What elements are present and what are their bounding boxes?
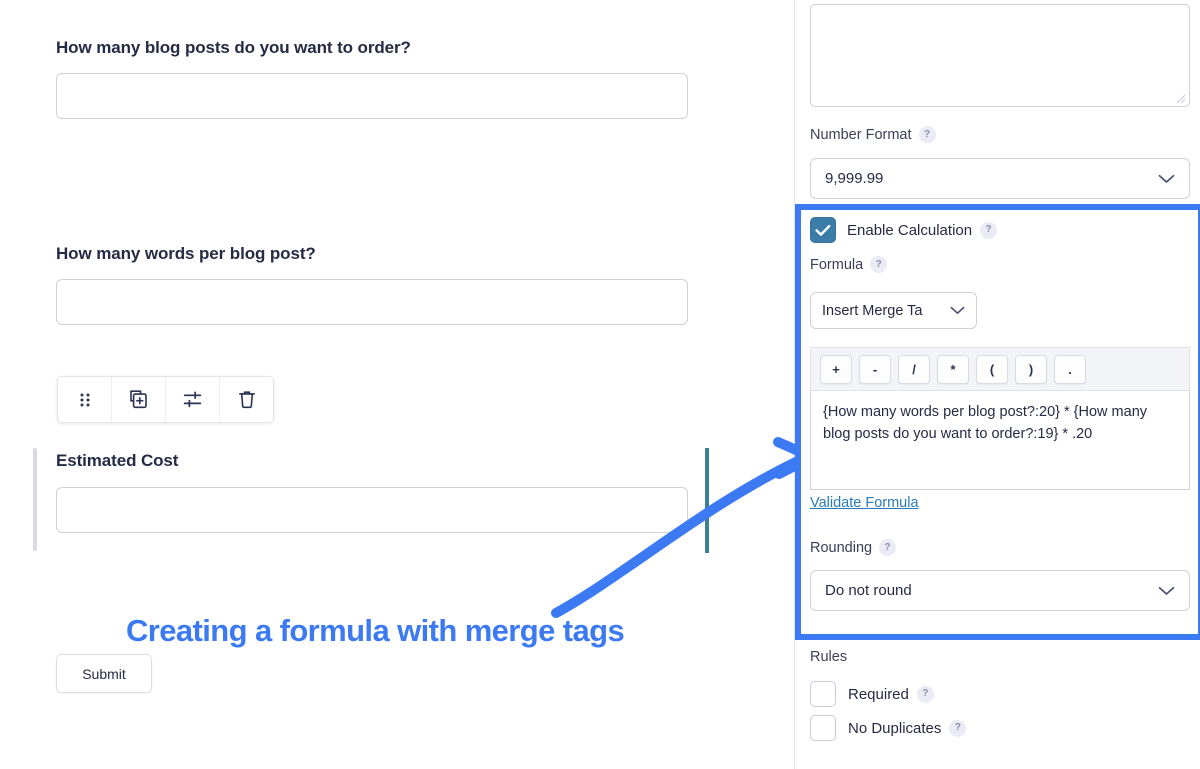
operator-plus-button[interactable]: + <box>820 354 852 384</box>
help-icon-no-duplicates[interactable]: ? <box>949 719 967 737</box>
selected-field-accent-bar <box>33 448 37 551</box>
help-icon-number-format[interactable]: ? <box>918 126 936 143</box>
check-icon <box>815 224 831 236</box>
enable-calculation-row[interactable]: Enable Calculation ? <box>810 217 998 243</box>
enable-calculation-checkbox[interactable] <box>810 217 836 243</box>
resize-grip-icon[interactable] <box>1176 94 1186 104</box>
rounding-value: Do not round <box>825 582 912 599</box>
field-label-blog-posts: How many blog posts do you want to order… <box>56 38 411 57</box>
number-format-label: Number Format ? <box>810 126 936 143</box>
chevron-down-icon <box>950 306 965 315</box>
no-duplicates-label-text: No Duplicates <box>848 719 942 737</box>
operator-close-paren-button[interactable]: ) <box>1015 354 1047 384</box>
required-checkbox[interactable] <box>810 681 836 707</box>
number-format-select[interactable]: 9,999.99 <box>810 158 1190 199</box>
input-blog-posts[interactable] <box>56 73 688 119</box>
operator-open-paren-button[interactable]: ( <box>976 354 1008 384</box>
help-icon-required[interactable]: ? <box>916 685 934 703</box>
input-words-per-post[interactable] <box>56 279 688 325</box>
rounding-label: Rounding ? <box>810 539 897 556</box>
help-icon-enable-calculation[interactable]: ? <box>980 221 998 239</box>
field-settings-icon[interactable] <box>166 377 220 422</box>
help-icon-formula[interactable]: ? <box>870 256 888 273</box>
help-icon-rounding[interactable]: ? <box>879 539 897 556</box>
operator-multiply-button[interactable]: * <box>937 354 969 384</box>
required-label-text: Required <box>848 685 909 703</box>
operator-toolbar: + - / * ( ) . <box>810 347 1190 391</box>
field-label-words-per-post: How many words per blog post? <box>56 244 316 263</box>
formula-label: Formula ? <box>810 256 888 273</box>
drag-handle-icon[interactable] <box>58 377 112 422</box>
chevron-down-icon <box>1158 586 1175 596</box>
enable-calculation-label: Enable Calculation ? <box>847 221 998 239</box>
input-estimated-cost[interactable] <box>56 487 688 533</box>
rule-no-duplicates-row[interactable]: No Duplicates ? <box>810 715 967 741</box>
duplicate-icon[interactable] <box>112 377 166 422</box>
description-textarea[interactable] <box>810 4 1190 107</box>
operator-dot-button[interactable]: . <box>1054 354 1086 384</box>
no-duplicates-checkbox[interactable] <box>810 715 836 741</box>
form-preview-pane: How many blog posts do you want to order… <box>0 0 794 769</box>
no-duplicates-label: No Duplicates ? <box>848 719 967 737</box>
required-label: Required ? <box>848 685 934 703</box>
number-format-label-text: Number Format <box>810 126 912 143</box>
validate-formula-link[interactable]: Validate Formula <box>810 495 919 511</box>
formula-textarea[interactable]: {How many words per blog post?:20} * {Ho… <box>810 391 1190 490</box>
formula-label-text: Formula <box>810 256 864 273</box>
submit-button[interactable]: Submit <box>56 654 152 693</box>
insert-merge-tag-dropdown[interactable]: Insert Merge Ta <box>810 292 977 329</box>
operator-divide-button[interactable]: / <box>898 354 930 384</box>
number-format-value: 9,999.99 <box>825 170 884 187</box>
insert-merge-tag-label: Insert Merge Ta <box>822 302 923 319</box>
rounding-label-text: Rounding <box>810 539 873 556</box>
rounding-select[interactable]: Do not round <box>810 570 1190 611</box>
rule-required-row[interactable]: Required ? <box>810 681 934 707</box>
field-settings-pane: Number Format ? 9,999.99 Enable Calculat… <box>795 0 1200 769</box>
field-label-estimated-cost: Estimated Cost <box>56 451 179 470</box>
field-toolbar <box>57 376 274 423</box>
rules-heading: Rules <box>810 649 848 665</box>
teal-guide-line <box>705 448 709 553</box>
operator-minus-button[interactable]: - <box>859 354 891 384</box>
delete-icon[interactable] <box>220 377 273 422</box>
chevron-down-icon <box>1158 174 1175 184</box>
annotation-caption: Creating a formula with merge tags <box>126 613 625 648</box>
enable-calculation-label-text: Enable Calculation <box>847 221 973 239</box>
